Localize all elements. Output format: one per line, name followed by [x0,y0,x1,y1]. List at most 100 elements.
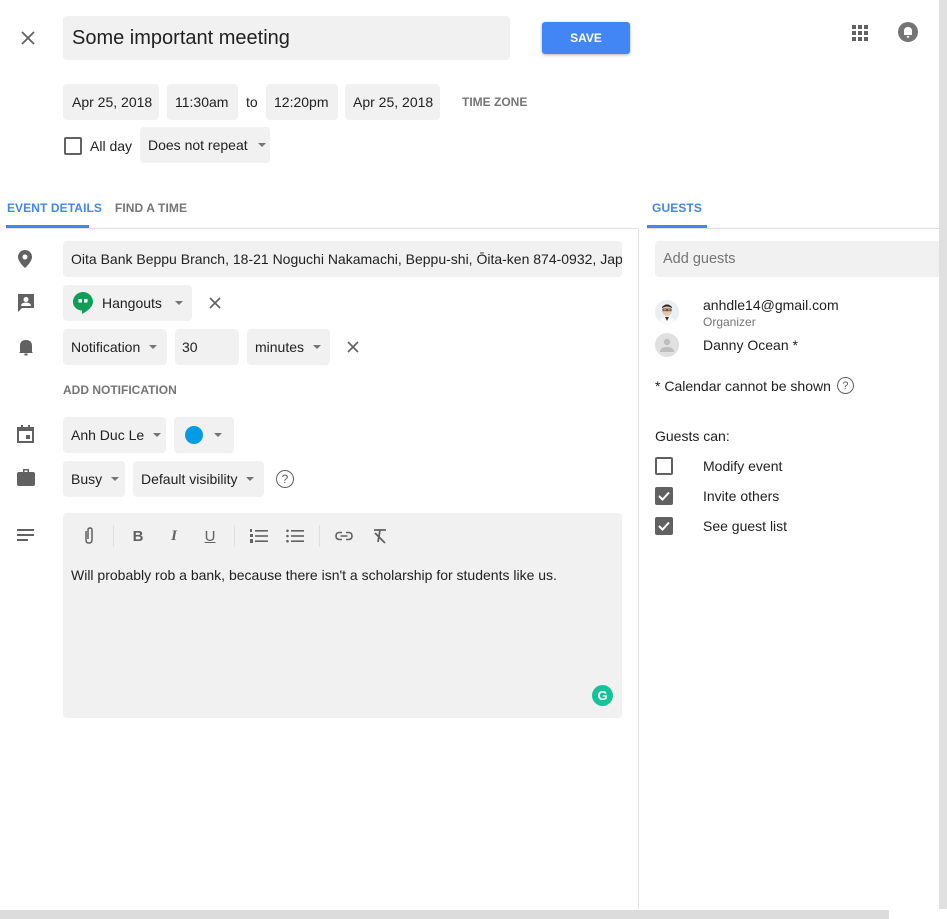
tab-guests[interactable]: GUESTS [647,188,707,228]
grammarly-icon: G [597,688,608,703]
tabs-divider [6,228,638,229]
conferencing-icon [18,294,34,312]
conferencing-dropdown[interactable]: Hangouts [63,285,192,321]
clear-formatting-button[interactable] [368,524,392,548]
availability-value: Busy [71,471,103,487]
tab-find-a-time[interactable]: FIND A TIME [111,188,191,228]
permission-invite-others[interactable]: Invite others [655,487,779,505]
add-guests-placeholder: Add guests [663,251,736,267]
panel-divider [638,229,639,909]
link-icon [335,531,353,541]
guest-name: Danny Ocean * [703,337,798,353]
clear-formatting-icon [374,529,386,544]
apps-button[interactable] [848,21,872,45]
notification-amount-input[interactable]: 30 [175,329,239,365]
end-date-field[interactable]: Apr 25, 2018 [345,84,440,120]
attach-button[interactable] [77,524,101,548]
end-date-text: Apr 25, 2018 [353,94,434,110]
guests-can-label: Guests can: [655,428,730,444]
remove-conferencing-button[interactable] [207,295,223,311]
italic-button[interactable]: I [162,524,186,548]
description-icon [17,529,34,541]
see-guest-list-checkbox[interactable] [655,517,673,535]
calendar-icon [17,425,34,443]
start-date-field[interactable]: Apr 25, 2018 [63,84,159,120]
permission-label: See guest list [703,518,788,534]
save-label: SAVE [570,31,602,45]
bulleted-list-button[interactable] [283,524,307,548]
guest-list-item[interactable]: Danny Ocean * [655,333,935,359]
vertical-scrollbar[interactable] [939,0,947,909]
chevron-down-icon [313,345,322,349]
event-color-dropdown[interactable] [174,417,234,453]
numbered-list-icon [250,529,268,543]
bold-icon: B [132,527,144,545]
horizontal-scrollbar[interactable] [0,910,889,919]
save-button[interactable]: SAVE [542,22,630,54]
checkmark-icon [658,491,670,501]
description-editor[interactable]: B I U Will probably rob a bank, because … [63,513,622,718]
grammarly-button[interactable]: G [592,685,613,706]
remove-notification-button[interactable] [345,339,361,355]
link-button[interactable] [332,524,356,548]
end-time-field[interactable]: 12:20pm [266,84,338,120]
time-zone-button[interactable]: TIME ZONE [456,84,533,120]
chevron-down-icon [214,433,222,437]
color-swatch [185,426,203,444]
repeat-dropdown[interactable]: Does not repeat [140,127,270,163]
help-icon[interactable]: ? [836,377,854,394]
permission-see-guest-list[interactable]: See guest list [655,517,787,535]
bold-button[interactable]: B [126,524,150,548]
calendar-value: Anh Duc Le [71,427,145,443]
tab-guests-label: GUESTS [652,201,702,215]
calendar-note-text: * Calendar cannot be shown [655,377,831,394]
end-time-text: 12:20pm [274,94,329,110]
time-zone-label: TIME ZONE [462,95,528,109]
bell-icon [898,22,918,42]
permission-modify-event[interactable]: Modify event [655,457,782,475]
event-title-input[interactable]: Some important meeting [63,16,510,60]
visibility-dropdown[interactable]: Default visibility [133,461,264,497]
attachment-icon [85,527,93,544]
guest-role: Organizer [703,315,756,329]
modify-event-checkbox[interactable] [655,457,673,475]
tab-event-details[interactable]: EVENT DETAILS [0,188,109,228]
permission-label: Modify event [703,458,783,474]
repeat-value: Does not repeat [148,137,248,153]
invite-others-checkbox[interactable] [655,487,673,505]
tab-event-details-label: EVENT DETAILS [6,201,103,215]
notification-amount-value: 30 [182,339,198,355]
notification-unit-dropdown[interactable]: minutes [247,329,330,365]
guest-name: anhdle14@gmail.com [703,297,839,313]
close-button[interactable] [17,27,39,49]
start-time-text: 11:30am [175,94,229,110]
chevron-down-icon [111,477,120,481]
apps-grid-icon [852,25,868,41]
chevron-down-icon [257,143,266,147]
italic-icon: I [171,527,177,544]
chevron-down-icon [246,477,255,481]
availability-dropdown[interactable]: Busy [63,461,125,497]
briefcase-icon [17,469,35,486]
chevron-down-icon [149,345,158,349]
visibility-help-button[interactable]: ? [276,470,294,488]
chevron-down-icon [174,301,183,305]
close-icon [21,31,35,45]
close-icon [209,297,221,309]
guest-list-item[interactable]: anhdle14@gmail.com Organizer [655,297,935,331]
location-input[interactable]: Oita Bank Beppu Branch, 18-21 Noguchi Na… [63,241,622,277]
calendar-dropdown[interactable]: Anh Duc Le [63,417,166,453]
notification-type-dropdown[interactable]: Notification [63,329,167,365]
add-guests-input[interactable]: Add guests [655,241,939,277]
start-time-field[interactable]: 11:30am [167,84,238,120]
numbered-list-button[interactable] [247,524,271,548]
user-photo-icon [655,300,679,324]
notifications-button[interactable] [897,21,919,43]
tab-find-a-time-label: FIND A TIME [114,201,188,215]
start-date-text: Apr 25, 2018 [72,94,153,110]
add-notification-button[interactable]: ADD NOTIFICATION [63,383,177,397]
calendar-note: * Calendar cannot be shown ? [655,377,854,394]
all-day-checkbox[interactable] [64,137,82,155]
event-title-text: Some important meeting [72,26,290,49]
underline-button[interactable]: U [198,524,222,548]
